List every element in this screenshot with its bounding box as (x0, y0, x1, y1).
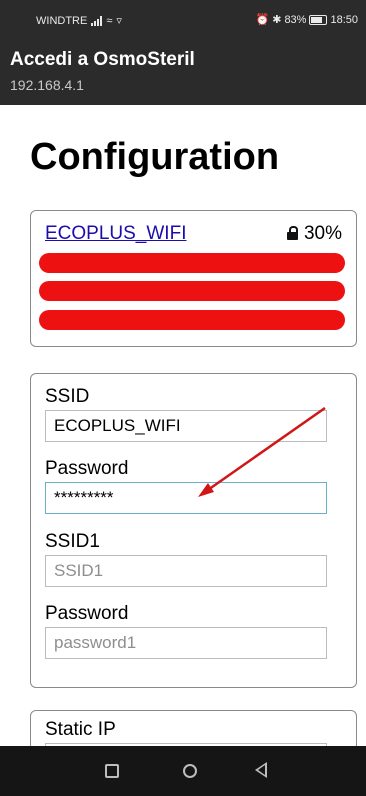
network-signal: 30% (286, 223, 342, 245)
home-icon[interactable] (183, 764, 197, 778)
system-nav-bar (0, 746, 366, 796)
wifi-config-form: SSID Password SSID1 Password (30, 373, 357, 688)
password1-label: Password (45, 603, 129, 624)
wifi-icon: ≈ (106, 14, 113, 27)
ssid-label: SSID (45, 386, 90, 407)
ssid1-input[interactable] (45, 555, 327, 587)
carrier-label: WINDTRE (36, 14, 88, 27)
clock: 18:50 (330, 13, 358, 26)
password1-input[interactable] (45, 627, 327, 659)
password-input[interactable] (45, 482, 327, 514)
bluetooth-icon: ✱ (272, 14, 282, 26)
top-app-bar: WINDTRE ≈ ▿ ⏰ ✱ 83% 18:50 Accedi a OsmoS… (0, 0, 366, 105)
network-list: ECOPLUS_WIFI 30% (30, 210, 357, 347)
lock-icon (286, 226, 298, 240)
ssid-input[interactable] (45, 410, 327, 442)
signal-icon (91, 15, 103, 26)
battery-percent: 83% (284, 13, 307, 26)
status-bar: WINDTRE ≈ ▿ ⏰ ✱ 83% 18:50 (0, 0, 366, 40)
alarm-icon: ⏰ (255, 14, 270, 26)
redacted-network-3 (39, 310, 345, 330)
recent-apps-icon[interactable] (105, 764, 119, 778)
password-label: Password (45, 458, 129, 479)
app-subtitle: 192.168.4.1 (10, 77, 84, 93)
signal-strength: 30% (303, 223, 342, 244)
ssid1-label: SSID1 (45, 531, 100, 552)
redacted-network-1 (39, 253, 345, 273)
back-icon[interactable] (255, 762, 267, 778)
page-title: Configuration (30, 136, 280, 178)
network-link-ecoplus[interactable]: ECOPLUS_WIFI (45, 223, 186, 245)
static-ip-label: Static IP (45, 719, 116, 740)
redacted-network-2 (39, 281, 345, 301)
battery-icon (309, 14, 328, 25)
wifi-secondary-icon: ▿ (116, 15, 122, 27)
app-title: Accedi a OsmoSteril (10, 49, 195, 70)
